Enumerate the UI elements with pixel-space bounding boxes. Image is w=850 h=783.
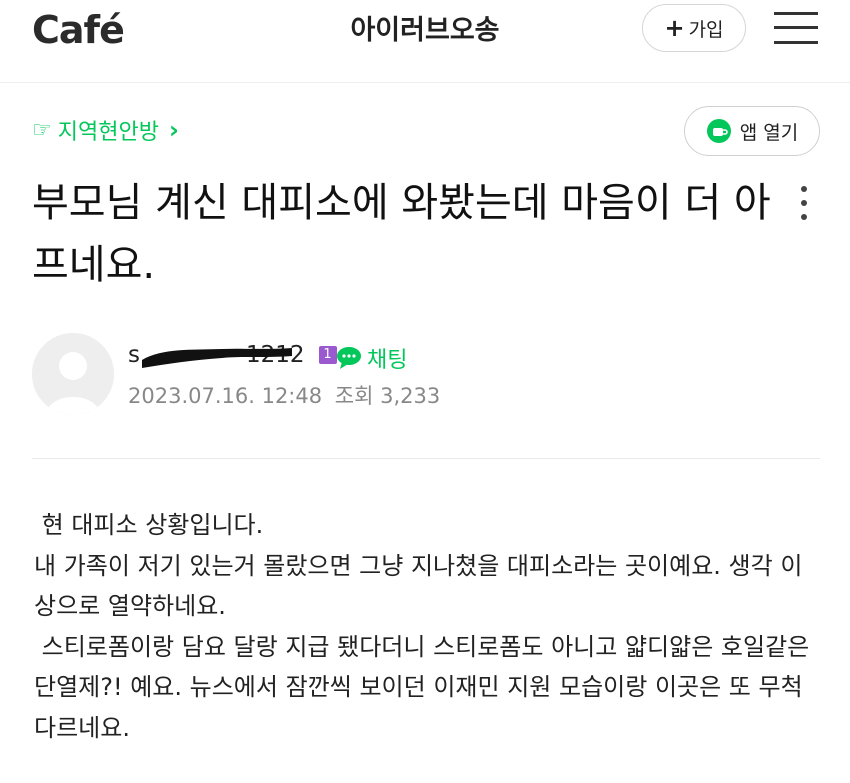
member-level-badge: 1	[318, 346, 337, 364]
pointing-hand-icon: ☞	[32, 117, 52, 143]
coffee-cup-icon	[706, 119, 731, 143]
more-options-icon[interactable]	[798, 186, 810, 222]
chat-label: 채팅	[367, 348, 408, 373]
redaction-scribble	[142, 348, 292, 368]
post-date: 2023.07.16. 12:48	[128, 384, 323, 408]
post-body: 현 대피소 상황입니다. 내 가족이 저기 있는거 몰랐으면 그냥 지나쳤을 대…	[34, 505, 824, 748]
top-header: Café 아이러브오송 + 가입	[0, 0, 850, 83]
hamburger-menu-icon[interactable]	[774, 10, 818, 46]
divider	[32, 458, 820, 459]
chevron-right-icon: ›	[168, 116, 179, 144]
plus-icon: +	[664, 14, 685, 42]
default-profile-icon	[32, 333, 114, 415]
author-nickname[interactable]: s 1212 1	[128, 342, 337, 368]
body-paragraph: 내 가족이 저기 있는거 몰랐으면 그냥 지나쳤을 대피소라는 곳이예요. 생각…	[34, 551, 803, 621]
author-avatar[interactable]	[32, 333, 114, 415]
author-name-visible: s	[128, 342, 140, 368]
chat-bubble-icon	[337, 347, 361, 369]
post-title: 부모님 계신 대피소에 와봤는데 마음이 더 아프네요.	[32, 180, 771, 288]
body-paragraph: 현 대피소 상황입니다.	[34, 511, 264, 539]
board-link[interactable]: ☞ 지역현안방 ›	[32, 114, 179, 146]
join-button[interactable]: + 가입	[642, 4, 746, 52]
post-meta: 2023.07.16. 12:48 조회 3,233	[128, 380, 440, 410]
open-app-button[interactable]: 앱 열기	[684, 106, 820, 156]
board-name: 지역현안방	[57, 120, 159, 145]
view-count: 조회 3,233	[334, 384, 441, 408]
join-button-label: 가입	[688, 18, 724, 41]
body-paragraph: 스티로폼이랑 담요 달랑 지급 됐다더니 스티로폼도 아니고 얇디얇은 호일같은…	[34, 632, 817, 742]
chat-button[interactable]: 채팅	[336, 342, 407, 374]
open-app-label: 앱 열기	[739, 121, 799, 144]
